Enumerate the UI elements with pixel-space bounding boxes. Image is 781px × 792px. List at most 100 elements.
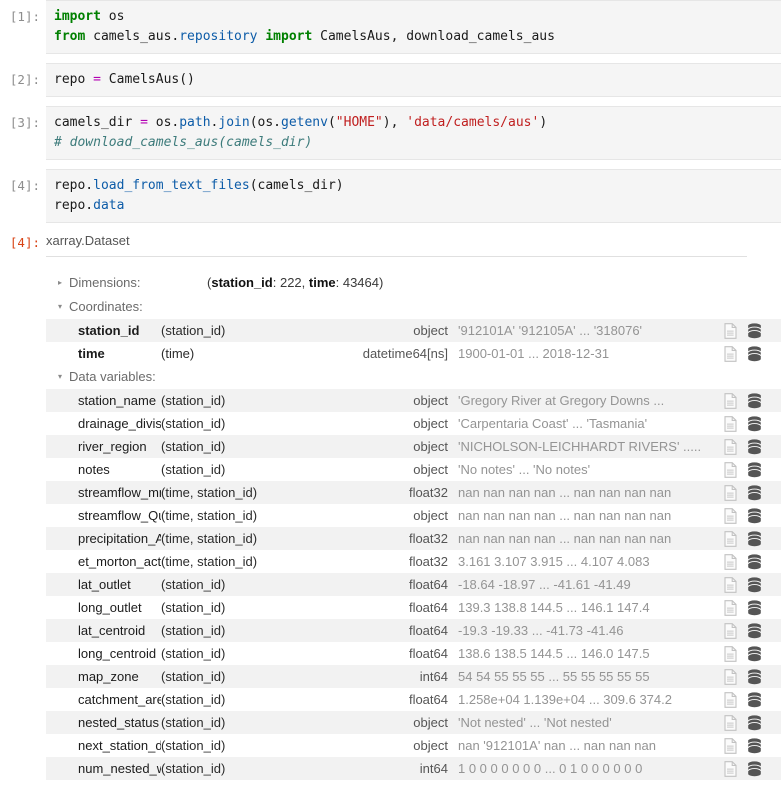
data-variable-row[interactable]: lat_outlet (station_id) float64 -18.64 -18.…: [46, 573, 781, 596]
code-input-area[interactable]: camels_dir = os.path.join(os.getenv("HOM…: [46, 106, 781, 160]
variable-preview: nan nan nan nan ... nan nan nan nan: [458, 485, 672, 500]
xarray-repr: xarray.Dataset ▸ Dimensions: (station_id…: [46, 232, 781, 780]
document-icon[interactable]: [723, 507, 738, 524]
coordinates-header[interactable]: ▾ Coordinates:: [46, 295, 781, 319]
chevron-down-icon[interactable]: ▾: [58, 295, 69, 319]
variable-dims: (station_id): [161, 462, 226, 477]
data-variable-row[interactable]: et_morton_actu…(time, station_id) float32…: [46, 550, 781, 573]
code-input-area[interactable]: repo = CamelsAus(): [46, 63, 781, 97]
xarray-object-type: xarray.Dataset: [46, 233, 130, 248]
source-code[interactable]: repo.load_from_text_files(camels_dir) re…: [54, 176, 781, 216]
database-icon[interactable]: [747, 530, 762, 547]
database-icon[interactable]: [747, 714, 762, 731]
database-icon[interactable]: [747, 760, 762, 777]
document-icon[interactable]: [723, 645, 738, 662]
coordinates-label: Coordinates:: [69, 299, 143, 314]
code-input-area[interactable]: import os from camels_aus.repository imp…: [46, 0, 781, 54]
chevron-right-icon[interactable]: ▸: [58, 271, 69, 295]
database-icon[interactable]: [747, 345, 762, 362]
variable-dims: (station_id): [161, 761, 226, 776]
data-variable-row[interactable]: next_station_ds (station_id) object nan '91…: [46, 734, 781, 757]
code-token: os: [100, 9, 125, 24]
document-icon[interactable]: [723, 345, 738, 362]
document-icon[interactable]: [723, 760, 738, 777]
document-icon[interactable]: [723, 576, 738, 593]
data-variables-header[interactable]: ▾ Data variables:: [46, 365, 781, 389]
data-variable-row[interactable]: station_name (station_id) object 'Gregory R…: [46, 389, 781, 412]
document-icon[interactable]: [723, 553, 738, 570]
data-variable-row[interactable]: lat_centroid (station_id) float64 -19.3 -19…: [46, 619, 781, 642]
document-icon[interactable]: [723, 737, 738, 754]
data-variable-row[interactable]: precipitation_A…(time, station_id) float3…: [46, 527, 781, 550]
code-token: ): [539, 115, 548, 130]
variable-dims: (station_id): [161, 323, 226, 338]
data-variable-row[interactable]: river_region (station_id) object 'NICHOLSON…: [46, 435, 781, 458]
database-icon[interactable]: [747, 415, 762, 432]
data-variable-row[interactable]: map_zone (station_id) int64 54 54 55 55 55 …: [46, 665, 781, 688]
database-icon[interactable]: [747, 553, 762, 570]
document-icon[interactable]: [723, 714, 738, 731]
notebook: [1]: import os from camels_aus.repository…: [0, 0, 781, 780]
document-icon[interactable]: [723, 438, 738, 455]
dimensions-header[interactable]: ▸ Dimensions: (station_id: 222, time: 43…: [46, 271, 781, 295]
data-variable-row[interactable]: drainage_division(station_id) object 'Carp…: [46, 412, 781, 435]
database-icon[interactable]: [747, 622, 762, 639]
database-icon[interactable]: [747, 599, 762, 616]
code-token: repo: [54, 72, 94, 87]
database-icon[interactable]: [747, 691, 762, 708]
database-icon[interactable]: [747, 461, 762, 478]
data-variable-row[interactable]: notes (station_id) object 'No notes' ... 'N…: [46, 458, 781, 481]
document-icon[interactable]: [723, 599, 738, 616]
database-icon[interactable]: [747, 737, 762, 754]
variable-dims: (station_id): [161, 692, 226, 707]
chevron-down-icon[interactable]: ▾: [58, 365, 69, 389]
document-icon[interactable]: [723, 484, 738, 501]
variable-preview: 1.258e+04 1.139e+04 ... 309.6 374.2: [458, 692, 672, 707]
code-token: CamelsAus(): [100, 72, 195, 87]
source-code[interactable]: repo = CamelsAus(): [54, 70, 781, 90]
data-variable-row[interactable]: num_nested_wi…(station_id) int64 1 0 0 0 0…: [46, 757, 781, 780]
document-icon[interactable]: [723, 461, 738, 478]
variable-preview: 138.6 138.5 144.5 ... 146.0 147.5: [458, 646, 650, 661]
variable-dtype: float32: [408, 485, 448, 500]
data-variable-row[interactable]: long_centroid (station_id) float64 138.6 13…: [46, 642, 781, 665]
database-icon[interactable]: [747, 668, 762, 685]
variable-preview: nan nan nan nan ... nan nan nan nan: [458, 508, 672, 523]
document-icon[interactable]: [723, 530, 738, 547]
coordinate-row[interactable]: time (time) datetime64[ns] 1900-01-01 ... 2…: [46, 342, 781, 365]
variable-preview: '912101A' '912105A' ... '318076': [458, 323, 643, 338]
document-icon[interactable]: [723, 392, 738, 409]
variable-name: num_nested_wi…: [78, 761, 161, 776]
variable-dtype: float32: [408, 531, 448, 546]
data-variable-row[interactable]: nested_status (station_id) object 'Not nest…: [46, 711, 781, 734]
document-icon[interactable]: [723, 691, 738, 708]
code-token: repository: [179, 29, 258, 44]
coordinate-row[interactable]: station_id (station_id) object '912101A' '9…: [46, 319, 781, 342]
input-prompt: [1]:: [9, 9, 40, 24]
source-code[interactable]: camels_dir = os.path.join(os.getenv("HOM…: [54, 113, 781, 153]
code-cell: [3]: camels_dir = os.path.join(os.getenv(…: [0, 106, 781, 160]
database-icon[interactable]: [747, 484, 762, 501]
document-icon[interactable]: [723, 322, 738, 339]
code-token: camels_aus.: [85, 29, 180, 44]
database-icon[interactable]: [747, 322, 762, 339]
code-token: join: [218, 115, 250, 130]
document-icon[interactable]: [723, 415, 738, 432]
data-variable-row[interactable]: streamflow_mmd(time, station_id) float32 n…: [46, 481, 781, 504]
document-icon[interactable]: [723, 622, 738, 639]
data-variable-row[interactable]: catchment_area(station_id) float64 1.258e+…: [46, 688, 781, 711]
variable-dims: (station_id): [161, 600, 226, 615]
document-icon[interactable]: [723, 668, 738, 685]
data-variable-row[interactable]: long_outlet (station_id) float64 139.3 138.…: [46, 596, 781, 619]
database-icon[interactable]: [747, 507, 762, 524]
code-cell: [2]: repo = CamelsAus(): [0, 63, 781, 97]
database-icon[interactable]: [747, 438, 762, 455]
database-icon[interactable]: [747, 576, 762, 593]
database-icon[interactable]: [747, 392, 762, 409]
dimensions-value: (station_id: 222, time: 43464): [207, 275, 384, 290]
data-variable-row[interactable]: streamflow_Qu…(time, station_id) object na…: [46, 504, 781, 527]
variable-name: river_region: [78, 439, 147, 454]
code-input-area[interactable]: repo.load_from_text_files(camels_dir) re…: [46, 169, 781, 223]
source-code[interactable]: import os from camels_aus.repository imp…: [54, 7, 781, 47]
database-icon[interactable]: [747, 645, 762, 662]
